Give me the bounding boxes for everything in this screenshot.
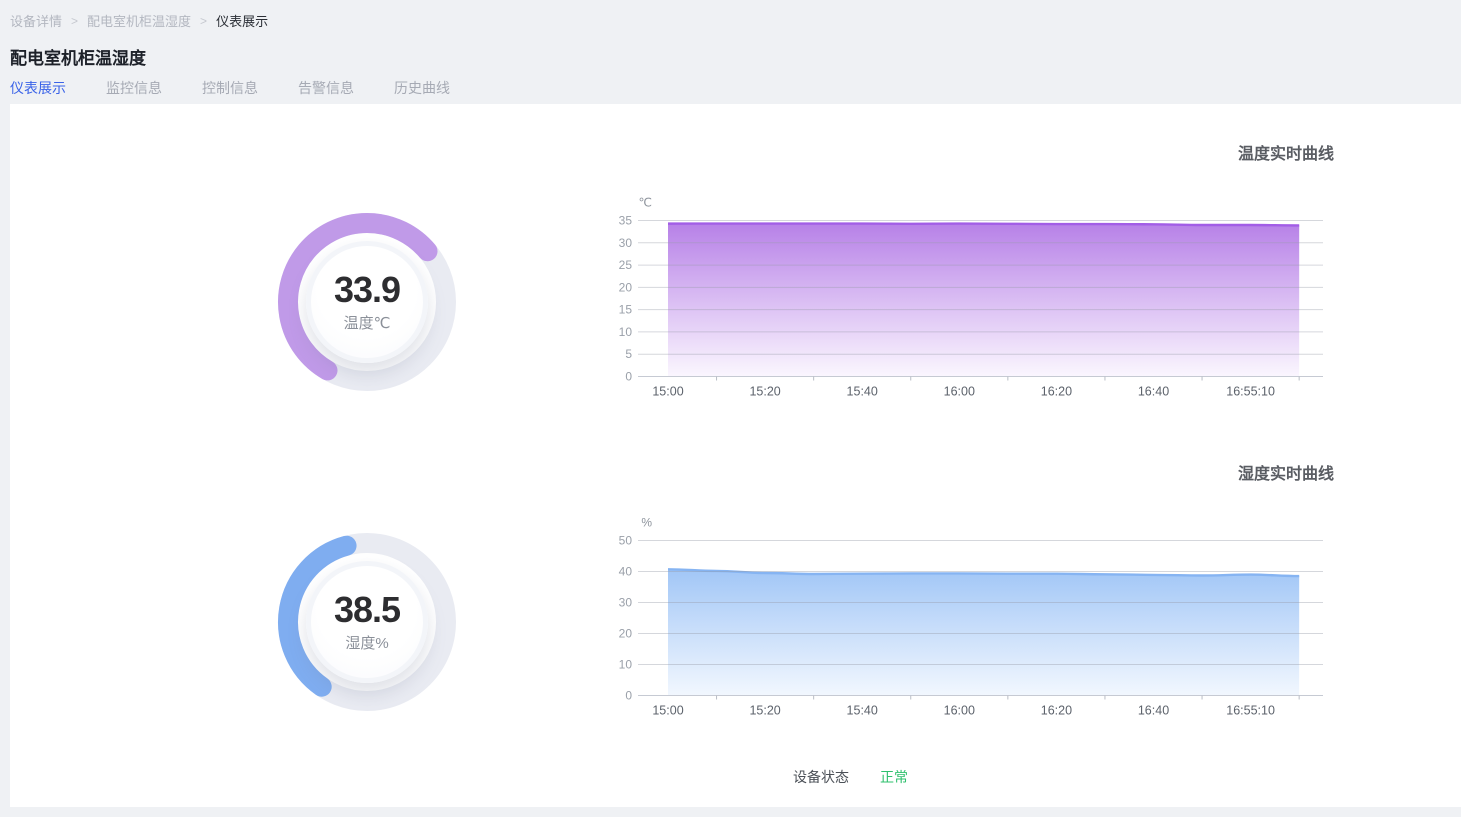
temperature-chart: 0 5 10 15 20 25 30 35 ℃ 15:00 15:20 15:40 16:00 16:20… xyxy=(618,185,1333,415)
svg-text:16:40: 16:40 xyxy=(1138,704,1169,718)
svg-text:16:20: 16:20 xyxy=(1041,704,1072,718)
svg-text:15:20: 15:20 xyxy=(749,385,780,399)
temperature-value: 33.9 xyxy=(334,272,400,308)
svg-text:40: 40 xyxy=(619,565,633,579)
breadcrumb-current: 仪表展示 xyxy=(216,11,268,30)
svg-text:25: 25 xyxy=(619,258,633,272)
breadcrumb-device-detail[interactable]: 设备详情 xyxy=(10,11,62,30)
svg-text:℃: ℃ xyxy=(639,196,652,210)
breadcrumb-separator-icon: > xyxy=(200,14,207,28)
page-title: 配电室机柜温湿度 xyxy=(10,44,146,69)
temperature-chart-title: 温度实时曲线 xyxy=(1238,140,1334,164)
svg-text:20: 20 xyxy=(619,280,633,294)
svg-text:15:40: 15:40 xyxy=(847,385,878,399)
svg-text:0: 0 xyxy=(625,689,632,703)
svg-text:%: % xyxy=(641,516,652,530)
breadcrumb: 设备详情 > 配电室机柜温湿度 > 仪表展示 xyxy=(10,11,268,30)
svg-text:10: 10 xyxy=(619,325,633,339)
svg-text:20: 20 xyxy=(619,627,633,641)
breadcrumb-device-name[interactable]: 配电室机柜温湿度 xyxy=(87,11,191,30)
svg-text:16:55:10: 16:55:10 xyxy=(1226,704,1275,718)
svg-text:15:00: 15:00 xyxy=(652,704,683,718)
temperature-gauge-face: 33.9 温度℃ xyxy=(306,241,428,363)
humidity-chart: 0 10 20 30 40 50% 15:00 15:20 15:40 16:00 16:20 16:… xyxy=(618,505,1333,735)
svg-text:16:55:10: 16:55:10 xyxy=(1226,385,1275,399)
temperature-gauge: 33.9 温度℃ xyxy=(277,212,457,392)
svg-text:30: 30 xyxy=(619,596,633,610)
svg-text:15:40: 15:40 xyxy=(847,704,878,718)
svg-text:16:20: 16:20 xyxy=(1041,385,1072,399)
svg-text:16:00: 16:00 xyxy=(944,704,975,718)
device-status-badge: 正常 xyxy=(880,767,908,787)
humidity-gauge-face: 38.5 湿度% xyxy=(306,561,428,683)
svg-text:10: 10 xyxy=(619,658,633,672)
device-status-row: 设备状态 正常 xyxy=(793,767,908,787)
humidity-chart-title: 湿度实时曲线 xyxy=(1238,460,1334,484)
device-status-label: 设备状态 xyxy=(793,767,849,787)
svg-text:30: 30 xyxy=(619,236,633,250)
breadcrumb-separator-icon: > xyxy=(71,14,78,28)
svg-text:0: 0 xyxy=(625,370,632,384)
svg-text:35: 35 xyxy=(619,214,633,228)
device-detail-page: 设备详情 > 配电室机柜温湿度 > 仪表展示 配电室机柜温湿度 仪表展示 监控信… xyxy=(0,0,1461,817)
svg-text:5: 5 xyxy=(625,347,632,361)
humidity-unit-label: 湿度% xyxy=(345,632,388,653)
svg-text:15:20: 15:20 xyxy=(749,704,780,718)
svg-text:15:00: 15:00 xyxy=(652,385,683,399)
content-card: 温度实时曲线 33.9 温度℃ 0 5 10 15 20 25 30 35 ℃ 15:00 15:2… xyxy=(10,104,1461,807)
svg-text:50: 50 xyxy=(619,534,633,548)
temperature-unit-label: 温度℃ xyxy=(344,312,391,333)
humidity-gauge: 38.5 湿度% xyxy=(277,532,457,712)
svg-text:16:40: 16:40 xyxy=(1138,385,1169,399)
svg-text:16:00: 16:00 xyxy=(944,385,975,399)
svg-text:15: 15 xyxy=(619,303,633,317)
humidity-value: 38.5 xyxy=(334,592,400,628)
